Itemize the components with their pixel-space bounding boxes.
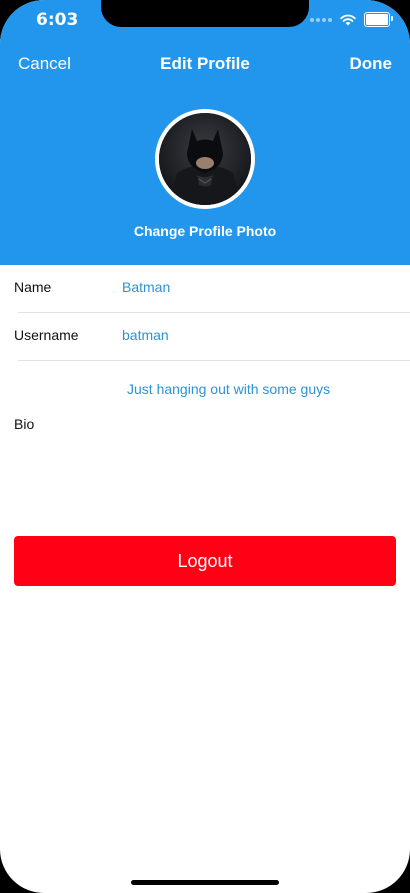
done-button[interactable]: Done [350, 54, 393, 74]
bio-field[interactable]: Just hanging out with some guys [127, 381, 330, 397]
bio-label: Bio [14, 416, 35, 432]
username-row[interactable]: Username batman [0, 313, 410, 361]
change-profile-photo-link[interactable]: Change Profile Photo [0, 223, 410, 239]
status-time: 6:03 [36, 10, 79, 30]
home-indicator [131, 880, 279, 885]
name-field[interactable]: Batman [122, 279, 170, 295]
divider [18, 360, 410, 361]
profile-header: 6:03 Cancel Edit Profile Done Change Pro… [0, 0, 410, 265]
page-title: Edit Profile [160, 54, 250, 73]
username-label: Username [14, 327, 79, 343]
avatar [159, 113, 251, 205]
avatar-image [159, 113, 251, 205]
name-label: Name [14, 279, 52, 295]
wifi-icon [340, 14, 356, 25]
signal-dots-icon [310, 17, 332, 22]
name-row[interactable]: Name Batman [0, 265, 410, 313]
phone-screen: 6:03 Cancel Edit Profile Done Change Pro… [0, 0, 410, 893]
battery-icon [364, 12, 393, 27]
logout-button[interactable]: Logout [14, 536, 396, 586]
username-field[interactable]: batman [122, 327, 169, 343]
avatar-button[interactable] [155, 109, 255, 209]
status-icons [310, 12, 393, 27]
device-notch [101, 0, 309, 27]
